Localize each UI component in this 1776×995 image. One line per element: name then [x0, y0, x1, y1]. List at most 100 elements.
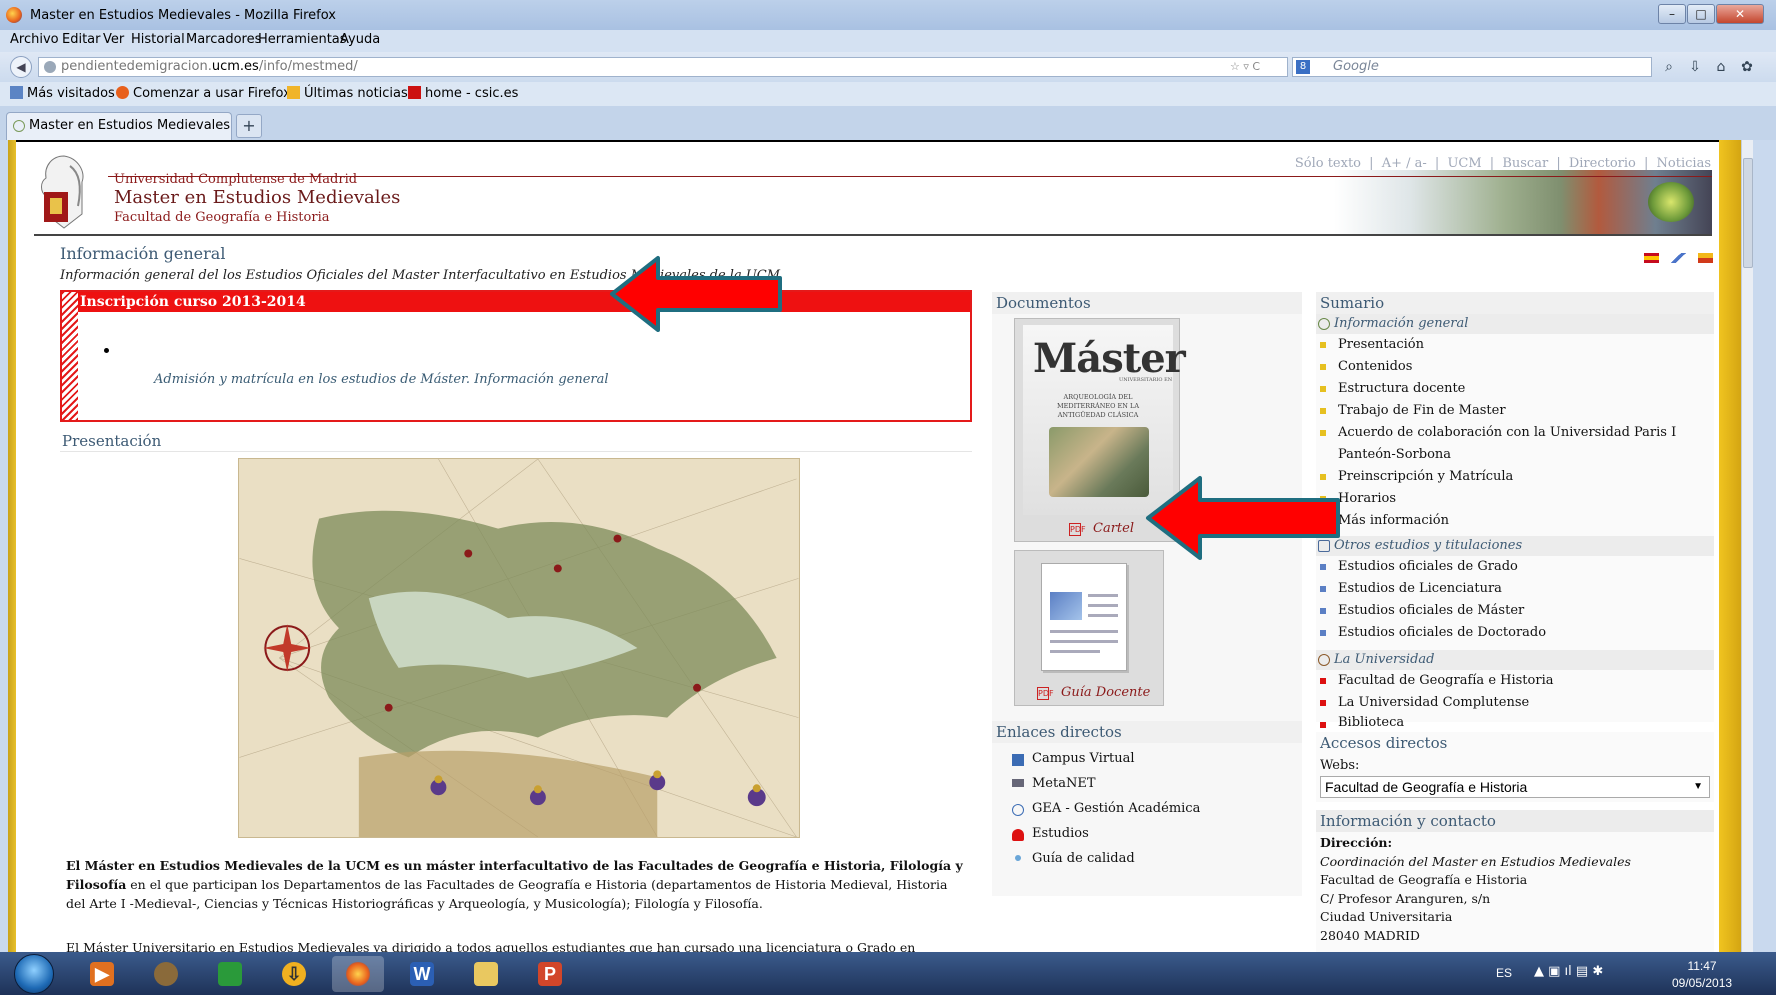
contact-body: Dirección: Coordinación del Master en Es…	[1320, 834, 1631, 945]
sumario-item-ucm[interactable]: La Universidad Complutense	[1338, 692, 1708, 714]
download-icon[interactable]: ⇩	[1686, 58, 1704, 76]
sumario-item-master[interactable]: Estudios oficiales de Máster	[1338, 600, 1708, 622]
home-icon[interactable]: ⌂	[1712, 58, 1730, 76]
tray-language[interactable]: ES	[1496, 966, 1512, 980]
admission-info-link[interactable]: Admisión y matrícula en los estudios de …	[154, 372, 609, 387]
tray-icons[interactable]: ▲ ▣ ıl ▤ ✱	[1534, 964, 1603, 979]
webs-select[interactable]: Facultad de Geografía e Historia ▼	[1320, 776, 1710, 798]
other-language-flag-icon[interactable]	[1698, 253, 1714, 263]
link-font-size[interactable]: A+ / a-	[1382, 156, 1427, 171]
media-player-icon: ▶	[90, 962, 114, 986]
link-campus-virtual[interactable]: Campus Virtual	[1032, 751, 1135, 766]
group-otros-estudios[interactable]: Otros estudios y titulaciones	[1316, 536, 1714, 556]
address-bar[interactable]: pendientedemigracion.ucm.es/info/mestmed…	[38, 57, 1288, 77]
group-informacion-general[interactable]: Información general	[1316, 314, 1714, 334]
new-tab-button[interactable]: +	[236, 114, 262, 138]
sumario-item-grado[interactable]: Estudios oficiales de Grado	[1338, 556, 1708, 578]
presentation-text: en el que participan los Departamentos d…	[66, 877, 948, 911]
site-identity-icon[interactable]	[44, 61, 56, 73]
sumario-item-contenidos[interactable]: Contenidos	[1338, 356, 1708, 378]
menu-ayuda[interactable]: Ayuda	[340, 32, 380, 47]
spanish-flag-icon[interactable]	[1644, 253, 1659, 263]
bookmark-home-csic[interactable]: home - csic.es	[408, 86, 518, 101]
group-la-universidad[interactable]: La Universidad	[1316, 650, 1714, 670]
url-domain: ucm.es	[211, 59, 259, 74]
bookmark-mas-visitados[interactable]: Más visitados	[10, 86, 115, 101]
page-right-border	[1719, 140, 1741, 952]
taskbar-app-gimp[interactable]	[140, 956, 192, 992]
guia-docente-link[interactable]: Guía Docente	[1061, 685, 1150, 700]
start-button[interactable]	[14, 954, 54, 994]
english-flag-icon[interactable]	[1671, 253, 1687, 263]
menu-ver[interactable]: Ver	[103, 32, 124, 47]
group-label: Información general	[1334, 316, 1469, 331]
faculty-name[interactable]: Facultad de Geografía e Historia	[114, 210, 329, 225]
link-ucm[interactable]: UCM	[1447, 156, 1481, 171]
url-bar-actions[interactable]: ☆ ▿ C	[1230, 60, 1260, 73]
sumario-item-presentacion[interactable]: Presentación	[1338, 334, 1708, 356]
menu-editar[interactable]: Editar	[62, 32, 101, 47]
link-buscar[interactable]: Buscar	[1502, 156, 1548, 171]
link-solo-texto[interactable]: Sólo texto	[1295, 156, 1361, 171]
vertical-scrollbar[interactable]	[1741, 140, 1753, 952]
sumario-item-tfm[interactable]: Trabajo de Fin de Master	[1338, 400, 1708, 422]
bullet-icon	[1320, 630, 1326, 636]
taskbar-app-installer[interactable]: ⇩	[268, 956, 320, 992]
browser-window: Master en Estudios Medievales - Mozilla …	[0, 0, 1776, 995]
menu-historial[interactable]: Historial	[131, 32, 185, 47]
taskbar-app-explorer[interactable]	[460, 956, 512, 992]
ucm-crest-logo[interactable]	[34, 152, 96, 232]
page-left-border	[8, 140, 16, 952]
minimize-button[interactable]: –	[1658, 4, 1686, 24]
university-name[interactable]: Universidad Complutense de Madrid	[114, 172, 357, 187]
direct-links-heading: Enlaces directos	[992, 721, 1302, 743]
scrollbar-thumb[interactable]	[1743, 158, 1753, 268]
sumario-item-biblioteca[interactable]: Biblioteca	[1338, 712, 1708, 734]
sumario-item-estructura[interactable]: Estructura docente	[1338, 378, 1708, 400]
bookmark-comenzar-firefox[interactable]: Comenzar a usar Firefox	[116, 86, 291, 101]
search-input[interactable]: 8 Google	[1292, 57, 1652, 77]
back-button[interactable]: ◀	[10, 56, 32, 78]
tray-clock[interactable]: 11:47 09/05/2013	[1672, 958, 1732, 992]
link-gea[interactable]: GEA - Gestión Académica	[1032, 801, 1200, 816]
search-magnifier-icon[interactable]: ⌕	[1660, 58, 1678, 76]
tab-master-medievales[interactable]: Master en Estudios Medievales	[6, 112, 232, 140]
taskbar-app-word[interactable]: W	[396, 956, 448, 992]
menu-archivo[interactable]: Archivo	[10, 32, 59, 47]
contact-line: Ciudad Universitaria	[1320, 909, 1453, 924]
link-noticias[interactable]: Noticias	[1657, 156, 1711, 171]
sumario-item-licenciatura[interactable]: Estudios de Licenciatura	[1338, 578, 1708, 600]
link-estudios[interactable]: Estudios	[1032, 826, 1089, 841]
addon-icon[interactable]: ✿	[1738, 58, 1756, 76]
sumario-item-mas-info[interactable]: Más información	[1338, 510, 1708, 532]
guia-docente-document[interactable]: PDF Guía Docente	[1014, 550, 1164, 706]
bookmark-ultimas-noticias[interactable]: Últimas noticias	[287, 86, 408, 101]
presentation-rule	[60, 451, 972, 452]
sumario-item-doctorado[interactable]: Estudios oficiales de Doctorado	[1338, 622, 1708, 644]
tab-label: Master en Estudios Medievales	[29, 118, 231, 133]
link-guia-calidad[interactable]: Guía de calidad	[1032, 851, 1135, 866]
sumario-item-preinscripcion[interactable]: Preinscripción y Matrícula	[1338, 466, 1708, 488]
menu-bar: Archivo Editar Ver Historial Marcadores …	[0, 30, 1776, 52]
menu-marcadores[interactable]: Marcadores	[186, 32, 261, 47]
windows-taskbar: ▶ ⇩ W P ES ▲ ▣ ıl ▤ ✱ 11:47 09/05/2013	[0, 952, 1776, 995]
tab-favicon-icon	[13, 120, 25, 132]
google-search-engine-icon[interactable]: 8	[1296, 60, 1310, 74]
green-app-icon	[218, 962, 242, 986]
close-button[interactable]: ✕	[1716, 4, 1764, 24]
metanet-icon	[1012, 779, 1024, 787]
link-directorio[interactable]: Directorio	[1569, 156, 1636, 171]
site-title[interactable]: Master en Estudios Medievales	[114, 187, 400, 208]
taskbar-app-media-player[interactable]: ▶	[76, 956, 128, 992]
sumario-item-facultad[interactable]: Facultad de Geografía e Historia	[1338, 670, 1708, 692]
taskbar-app-powerpoint[interactable]: P	[524, 956, 576, 992]
sumario-item-acuerdo[interactable]: Acuerdo de colaboración con la Universid…	[1338, 422, 1708, 466]
cartel-link[interactable]: Cartel	[1093, 521, 1134, 536]
taskbar-app-firefox[interactable]	[332, 956, 384, 992]
sumario-item-horarios[interactable]: Horarios	[1338, 488, 1708, 510]
link-metanet[interactable]: MetaNET	[1032, 776, 1096, 791]
taskbar-app-green[interactable]	[204, 956, 256, 992]
maximize-button[interactable]: □	[1687, 4, 1715, 24]
gimp-icon	[154, 962, 178, 986]
menu-herramientas[interactable]: Herramientas	[258, 32, 347, 47]
